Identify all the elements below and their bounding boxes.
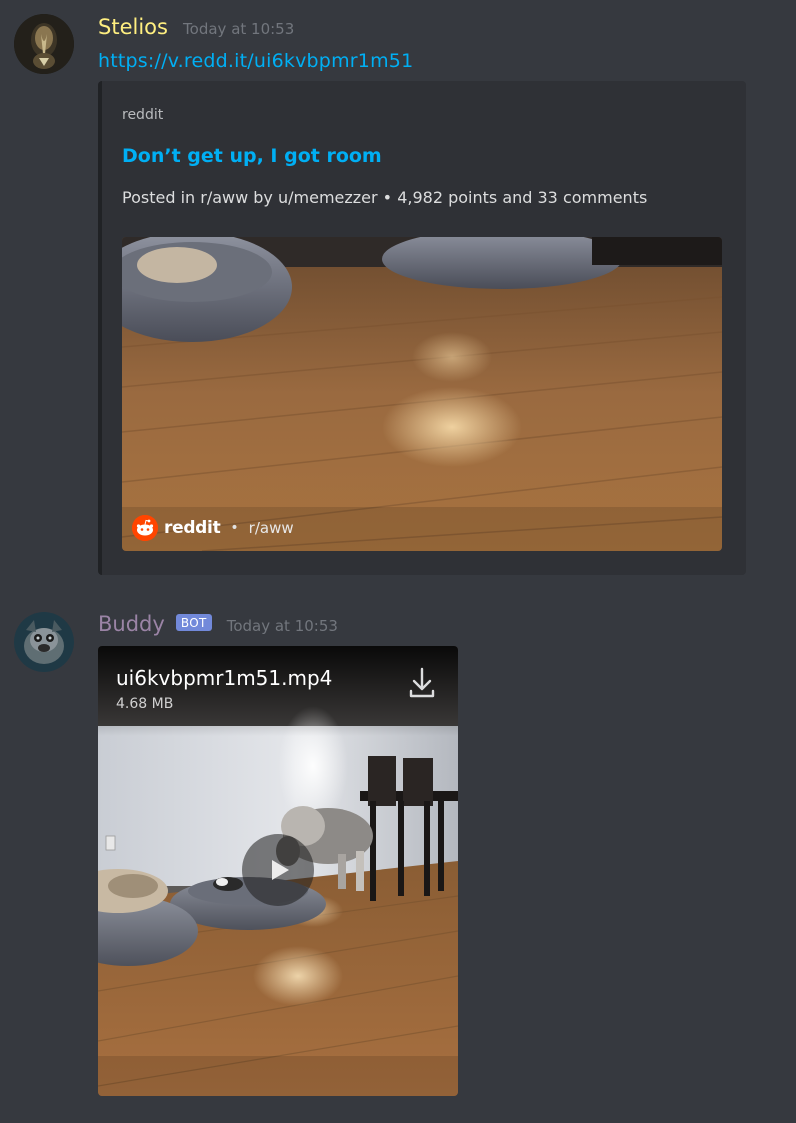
reddit-logo-icon	[132, 515, 158, 541]
message-header: Stelios Today at 10:53	[98, 15, 294, 39]
embed-description: Posted in r/aww by u/memezzer • 4,982 po…	[122, 188, 648, 207]
download-icon	[409, 667, 435, 698]
video-filesize: 4.68 MB	[116, 696, 174, 712]
embed-title[interactable]: Don’t get up, I got room	[122, 145, 382, 167]
separator: •	[230, 520, 239, 536]
embed-preview-image	[122, 237, 722, 551]
embed-video-preview[interactable]: reddit • r/aww	[122, 237, 722, 551]
play-icon	[272, 860, 289, 880]
timestamp: Today at 10:53	[183, 20, 295, 38]
message-stelios: Stelios Today at 10:53 https://v.redd.it…	[0, 0, 796, 590]
avatar-image	[14, 14, 74, 74]
avatar-image	[14, 612, 74, 672]
subreddit-label: r/aww	[248, 519, 294, 537]
avatar-buddy[interactable]	[14, 612, 74, 672]
video-attachment[interactable]: ui6kvbpmr1m51.mp4 4.68 MB	[98, 646, 458, 1096]
embed-provider: reddit	[122, 107, 164, 123]
message-link[interactable]: https://v.redd.it/ui6kvbpmr1m51	[98, 50, 413, 72]
reddit-wordmark: reddit	[164, 518, 221, 538]
link-embed: reddit Don’t get up, I got room Posted i…	[98, 81, 746, 575]
media-footer: reddit • r/aww	[132, 515, 294, 541]
play-button[interactable]	[242, 834, 314, 906]
bot-badge: BOT	[175, 614, 212, 631]
timestamp: Today at 10:53	[226, 617, 338, 635]
video-filename[interactable]: ui6kvbpmr1m51.mp4	[116, 666, 332, 690]
download-button[interactable]	[408, 666, 436, 700]
avatar-stelios[interactable]	[14, 14, 74, 74]
message-header: Buddy BOT Today at 10:53	[98, 612, 338, 636]
username[interactable]: Stelios	[98, 15, 168, 39]
username[interactable]: Buddy	[98, 612, 165, 636]
